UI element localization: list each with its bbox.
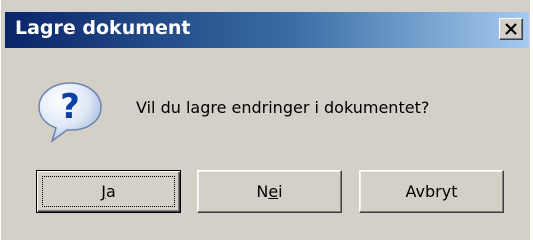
focus-rectangle (42, 176, 175, 207)
save-document-dialog: Lagre dokument ? Vil du lagre endringer … (0, 0, 530, 240)
svg-text:?: ? (60, 87, 80, 127)
question-icon: ? (38, 82, 102, 143)
message-text: Vil du lagre endringer i dokumentet? (136, 98, 430, 117)
yes-button[interactable]: Ja (36, 170, 181, 213)
close-button[interactable] (499, 18, 523, 40)
no-button[interactable]: Nei (197, 170, 342, 213)
no-button-label: Nei (256, 182, 283, 201)
cancel-button[interactable]: Avbryt (359, 170, 504, 213)
window-title: Lagre dokument (15, 17, 191, 39)
cancel-button-label: Avbryt (405, 182, 458, 201)
title-bar[interactable]: Lagre dokument (5, 12, 529, 48)
close-icon (505, 23, 517, 35)
